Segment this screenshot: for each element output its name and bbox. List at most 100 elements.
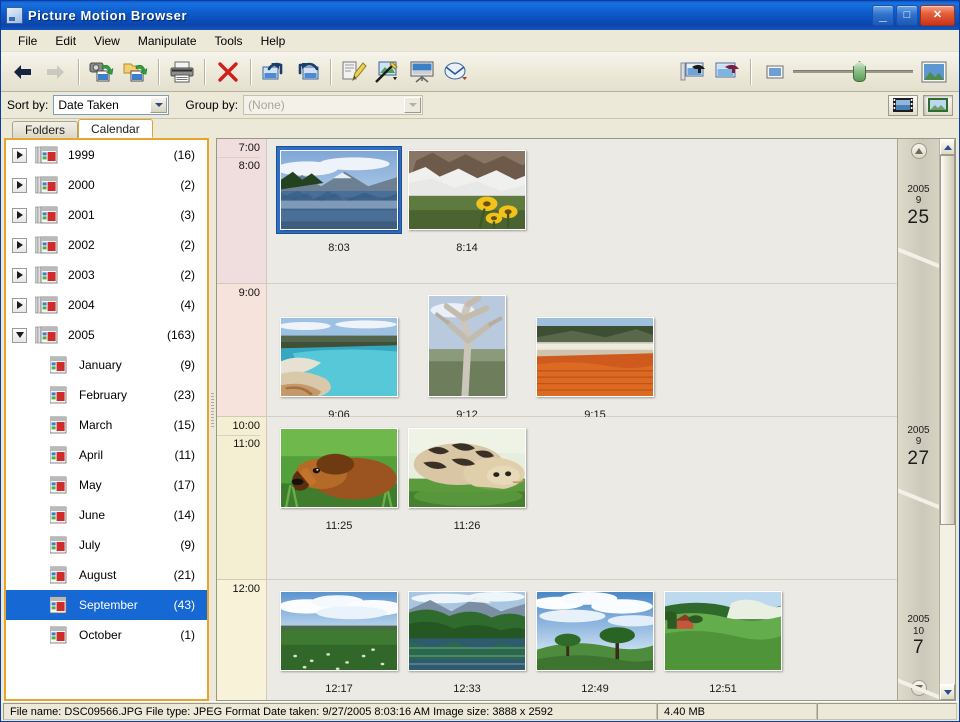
correct-image-button[interactable] xyxy=(371,56,405,88)
thumbnail-item[interactable]: 12:49 xyxy=(531,588,659,695)
menu-tools[interactable]: Tools xyxy=(206,31,252,51)
close-button[interactable]: ✕ xyxy=(920,5,955,26)
print-layout-button[interactable] xyxy=(677,56,711,88)
tab-folders[interactable]: Folders xyxy=(12,121,79,138)
tree-item-september[interactable]: September (43) xyxy=(6,590,207,620)
tree-item-2004[interactable]: 2004 (4) xyxy=(6,290,207,320)
thumbnail-item[interactable]: 8:14 xyxy=(403,147,531,254)
thumbnail-selected[interactable] xyxy=(276,146,402,234)
main-toolbar xyxy=(1,52,959,92)
thumbnail-image[interactable] xyxy=(533,588,657,674)
expand-toggle[interactable] xyxy=(12,207,27,223)
thumbnail-item[interactable]: 8:03 xyxy=(275,146,403,254)
minimize-button[interactable]: _ xyxy=(872,5,894,26)
tree-item-august[interactable]: August (21) xyxy=(6,560,207,590)
thumbnail-item[interactable]: 9:06 xyxy=(275,314,403,421)
print-button[interactable] xyxy=(165,56,199,88)
group-by-select[interactable]: (None) xyxy=(243,95,424,115)
expand-toggle[interactable] xyxy=(12,147,27,163)
chevron-down-icon[interactable] xyxy=(150,97,168,113)
tree-item-july[interactable]: July (9) xyxy=(6,530,207,560)
view-single-button[interactable] xyxy=(923,94,953,116)
tree-item-2005[interactable]: 2005 (163) xyxy=(6,320,207,350)
scrollbar-thumb[interactable] xyxy=(940,155,955,526)
vertical-scrollbar[interactable] xyxy=(939,139,955,700)
view-filmstrip-button[interactable] xyxy=(888,94,918,116)
chevron-down-icon[interactable] xyxy=(404,97,422,113)
thumbnail-size-slider[interactable] xyxy=(793,61,913,82)
thumbnail-time-label: 12:51 xyxy=(709,683,737,695)
expand-toggle[interactable] xyxy=(12,297,27,313)
tree-item-count: (23) xyxy=(173,388,195,402)
large-thumbnail-icon[interactable] xyxy=(919,58,949,86)
menu-help[interactable]: Help xyxy=(252,31,295,51)
date-ruler-mark[interactable]: 2005 9 27 xyxy=(898,425,939,470)
thumbnail-image[interactable] xyxy=(405,425,529,511)
thumbnail-item[interactable]: 9:15 xyxy=(531,314,659,421)
expand-toggle[interactable] xyxy=(12,237,27,253)
delete-button[interactable] xyxy=(211,56,245,88)
tree-item-june[interactable]: June (14) xyxy=(6,500,207,530)
date-ruler-mark[interactable]: 2005 10 7 xyxy=(898,614,939,659)
tree-item-february[interactable]: February (23) xyxy=(6,380,207,410)
back-button[interactable] xyxy=(5,56,39,88)
import-folder-button[interactable] xyxy=(119,56,153,88)
ruler-scroll-up-button[interactable] xyxy=(910,143,927,159)
calendar-tree[interactable]: 1999 (16) 2000 (2) 2001 (3) 2002 (2) 200… xyxy=(4,138,209,701)
thumbnail-image[interactable] xyxy=(405,588,529,674)
tree-item-2001[interactable]: 2001 (3) xyxy=(6,200,207,230)
thumbnail-image[interactable] xyxy=(405,147,529,233)
scroll-up-button[interactable] xyxy=(940,139,955,155)
import-camera-button[interactable] xyxy=(85,56,119,88)
sort-by-select[interactable]: Date Taken xyxy=(53,95,170,115)
thumbnail-item[interactable]: 11:26 xyxy=(403,425,531,532)
maximize-button[interactable]: □ xyxy=(896,5,918,26)
calendar-page-icon xyxy=(34,146,61,164)
menu-manipulate[interactable]: Manipulate xyxy=(129,31,206,51)
collapse-toggle[interactable] xyxy=(12,327,27,343)
thumbnail-image[interactable] xyxy=(277,425,401,511)
thumbnail-image[interactable] xyxy=(661,588,785,674)
thumbnail-item[interactable]: 9:12 xyxy=(403,292,531,421)
tab-calendar[interactable]: Calendar xyxy=(78,119,153,138)
expand-toggle[interactable] xyxy=(12,177,27,193)
triangle-right-icon xyxy=(17,241,23,249)
panel-splitter[interactable] xyxy=(209,119,216,701)
tree-item-2002[interactable]: 2002 (2) xyxy=(6,230,207,260)
menu-view[interactable]: View xyxy=(85,31,129,51)
thumbnail-image[interactable] xyxy=(533,314,657,400)
rotate-left-button[interactable] xyxy=(257,56,291,88)
tree-item-october[interactable]: October (1) xyxy=(6,620,207,650)
tree-item-may[interactable]: May (17) xyxy=(6,470,207,500)
tree-item-april[interactable]: April (11) xyxy=(6,440,207,470)
forward-button[interactable] xyxy=(39,56,73,88)
tree-item-march[interactable]: March (15) xyxy=(6,410,207,440)
edit-image-button[interactable] xyxy=(337,56,371,88)
thumbnail-item[interactable]: 12:17 xyxy=(275,588,403,695)
thumbnail-item[interactable]: 11:25 xyxy=(275,425,403,532)
thumbnail-image[interactable] xyxy=(277,314,401,400)
tree-item-2000[interactable]: 2000 (2) xyxy=(6,170,207,200)
thumbnail-image[interactable] xyxy=(425,292,509,400)
email-button[interactable] xyxy=(439,56,473,88)
slider-thumb[interactable] xyxy=(853,61,866,82)
date-ruler-mark[interactable]: 2005 9 25 xyxy=(898,184,939,229)
scroll-down-button[interactable] xyxy=(940,684,955,700)
thumbnail-item[interactable]: 12:33 xyxy=(403,588,531,695)
share-button[interactable] xyxy=(711,56,745,88)
forward-arrow-icon xyxy=(47,64,64,79)
date-ruler[interactable]: 2005 9 25 2005 9 27 2005 10 7 xyxy=(897,139,939,702)
photo-grid[interactable]: 8:03 8:14 9:06 9:12 9:15 11:25 11:26 12:… xyxy=(267,139,897,700)
thumbnail-image[interactable] xyxy=(277,588,401,674)
rotate-right-button[interactable] xyxy=(291,56,325,88)
tree-item-january[interactable]: January (9) xyxy=(6,350,207,380)
tree-item-2003[interactable]: 2003 (2) xyxy=(6,260,207,290)
thumbnail-item[interactable]: 12:51 xyxy=(659,588,787,695)
scrollbar-track[interactable] xyxy=(940,155,955,684)
slideshow-button[interactable] xyxy=(405,56,439,88)
menu-file[interactable]: File xyxy=(9,31,46,51)
expand-toggle[interactable] xyxy=(12,267,27,283)
small-thumbnail-icon[interactable] xyxy=(763,60,787,84)
tree-item-1999[interactable]: 1999 (16) xyxy=(6,140,207,170)
menu-edit[interactable]: Edit xyxy=(46,31,85,51)
